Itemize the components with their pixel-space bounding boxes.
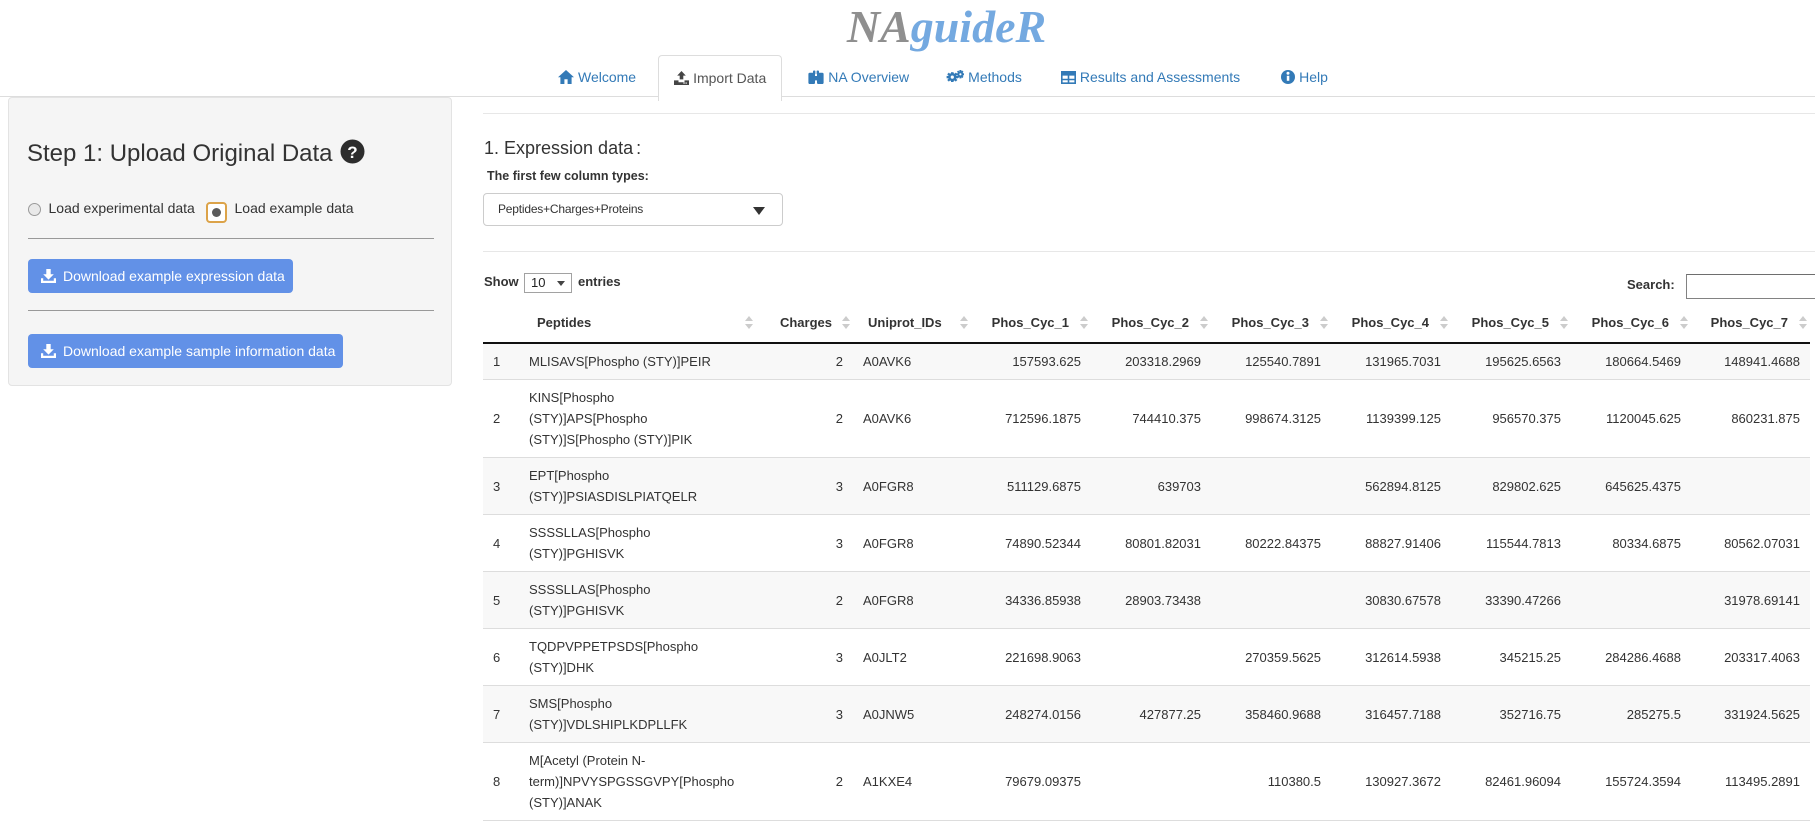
svg-text:?: ?	[347, 143, 357, 162]
